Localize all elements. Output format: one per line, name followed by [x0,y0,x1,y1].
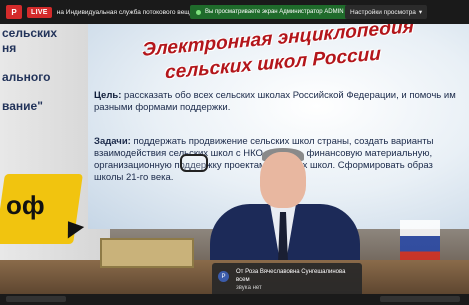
view-settings-label: Настройки просмотра [350,8,416,16]
sharing-indicator-icon [196,9,201,15]
bottom-controls-left[interactable] [6,296,66,302]
screen-share-banner: Вы просматриваете экран Администратор AD… [190,5,350,19]
top-toolbar: P LIVE на Индивидуальная служба потоково… [0,0,469,24]
tasks-label: Задачи: [94,136,131,147]
left-poster-line: ального [2,70,51,84]
chat-message: звука нет [236,285,262,291]
goal-label: Цель: [94,90,122,101]
left-poster-line: сельских [2,26,58,40]
goal-text: рассказать обо всех сельских школах Росс… [94,90,456,113]
chat-avatar: Р [218,271,229,282]
view-settings-button[interactable]: Настройки просмотра ▾ [345,5,428,19]
shared-video-area: сельских ня ального вание" оф Электронна… [0,24,469,294]
left-poster-line: вание" [2,99,43,113]
app-logo-icon: P [6,5,22,19]
desk-award [100,238,194,268]
bottom-toolbar [0,294,469,305]
chevron-down-icon: ▾ [418,9,423,16]
screen-share-text: Вы просматриваете экран Администратор AD… [205,9,344,15]
left-poster-line: ня [2,41,17,55]
yellow-poster-text: оф [6,190,45,220]
glasses-object [180,154,208,172]
bottom-controls-right[interactable] [380,296,460,302]
live-badge: LIVE [27,6,52,18]
stream-title[interactable]: на Индивидуальная служба потокового веща… [57,9,204,16]
chat-sender: От Роза Вячеславовна Сунгешалинова всем [236,269,346,283]
goal-paragraph: Цель: рассказать обо всех сельских школа… [94,90,464,114]
speaker-head [260,152,306,208]
video-conference-window: P LIVE на Индивидуальная служба потоково… [0,0,469,305]
